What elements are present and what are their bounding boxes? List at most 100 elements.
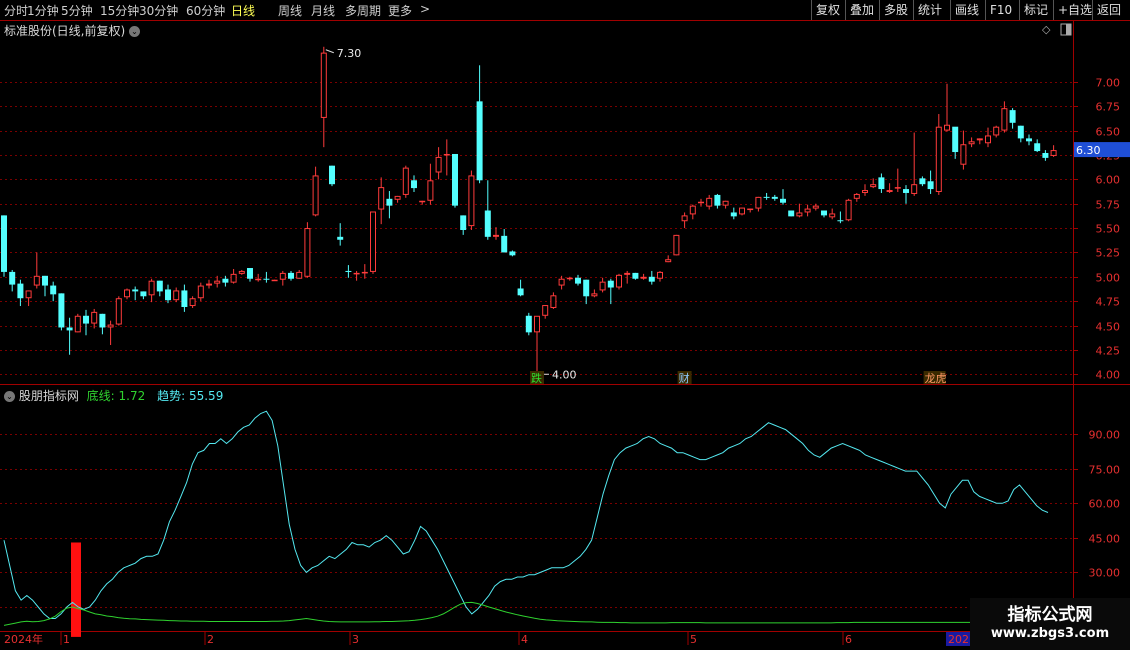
candle bbox=[83, 309, 89, 336]
candle bbox=[263, 271, 270, 283]
candle bbox=[1, 215, 7, 277]
candle bbox=[632, 272, 639, 280]
base-line bbox=[3, 601, 1014, 626]
price-tick-label: 5.25 bbox=[1096, 247, 1121, 260]
chart-area[interactable]: 7.30 4.00 跌 财 龙虎 4.00 4.25 4.50 4.75 5.00 5.25 5.5… bbox=[0, 0, 1130, 650]
candle-body bbox=[665, 259, 672, 263]
candle-body bbox=[33, 275, 40, 286]
candle-body bbox=[730, 212, 737, 217]
candle-body bbox=[763, 196, 770, 198]
candle bbox=[173, 287, 180, 303]
candle bbox=[189, 296, 196, 308]
price-tick-label: 4.00 bbox=[1096, 369, 1121, 382]
candle-body bbox=[386, 198, 393, 206]
candle bbox=[58, 293, 65, 331]
candle bbox=[714, 193, 721, 209]
candle bbox=[247, 268, 253, 282]
candle-body bbox=[517, 288, 524, 296]
candle bbox=[427, 163, 434, 205]
candle-body bbox=[1, 215, 7, 272]
candle-body bbox=[788, 210, 795, 217]
candle bbox=[583, 279, 590, 305]
candle bbox=[591, 289, 598, 298]
candle-body bbox=[944, 124, 950, 131]
candle bbox=[312, 166, 319, 217]
candle bbox=[812, 203, 819, 211]
candle-body bbox=[542, 305, 549, 316]
candle-body bbox=[534, 315, 540, 333]
candle-body bbox=[1001, 108, 1008, 131]
candle bbox=[862, 184, 868, 196]
candle-body bbox=[1034, 143, 1041, 152]
candle-body bbox=[689, 205, 696, 215]
candle-body bbox=[320, 52, 327, 118]
indicator-tick-label: 60.00 bbox=[1089, 498, 1121, 511]
watermark-title: 指标公式网 bbox=[1007, 605, 1093, 625]
candle-body bbox=[894, 187, 901, 189]
candle bbox=[542, 305, 549, 319]
candle-body bbox=[755, 196, 762, 209]
candle bbox=[238, 269, 245, 275]
candle-body bbox=[468, 175, 475, 227]
indicator-tick-label: 45.00 bbox=[1089, 533, 1121, 546]
candle bbox=[165, 284, 171, 304]
candle bbox=[1034, 139, 1041, 153]
candle-body bbox=[886, 190, 893, 192]
candle-body bbox=[575, 277, 581, 284]
candle bbox=[599, 277, 606, 293]
candle-body bbox=[173, 290, 180, 301]
candle bbox=[788, 210, 795, 217]
indicator-tick-label: 75.00 bbox=[1089, 464, 1121, 477]
y-axis-labels: 4.004.254.504.755.005.255.505.756.006.25… bbox=[1073, 77, 1130, 615]
event-marker-2: 龙虎 bbox=[925, 372, 947, 385]
candle-body bbox=[124, 289, 130, 298]
candle bbox=[665, 255, 672, 263]
candle-body bbox=[780, 198, 786, 203]
price-annotations: 7.30 4.00 跌 财 龙虎 bbox=[325, 47, 947, 385]
candle-body bbox=[968, 141, 975, 145]
candle bbox=[435, 147, 442, 180]
candle-body bbox=[312, 175, 319, 216]
candle-body bbox=[156, 280, 163, 292]
price-tick-label: 5.50 bbox=[1096, 223, 1121, 236]
candle-body bbox=[484, 210, 491, 237]
candle bbox=[181, 284, 188, 312]
candle bbox=[993, 125, 1000, 138]
candle bbox=[304, 222, 311, 278]
candle bbox=[976, 138, 983, 145]
candle bbox=[74, 313, 81, 333]
candle-body bbox=[132, 289, 139, 292]
candle bbox=[681, 212, 688, 229]
candle bbox=[558, 275, 565, 290]
candle-body bbox=[722, 200, 729, 206]
candle bbox=[493, 227, 499, 240]
candle bbox=[345, 265, 352, 278]
candle bbox=[1017, 125, 1024, 143]
diamond-icon[interactable]: ◇ bbox=[1042, 23, 1051, 36]
candle bbox=[886, 183, 893, 193]
candle-body bbox=[230, 273, 237, 283]
candle-body bbox=[829, 213, 836, 218]
candle bbox=[337, 223, 344, 246]
candle bbox=[903, 185, 909, 204]
candle-body bbox=[566, 277, 573, 280]
candle bbox=[755, 196, 762, 212]
candle bbox=[320, 46, 327, 148]
candle bbox=[484, 180, 491, 240]
candle-body bbox=[903, 189, 909, 193]
candle-body bbox=[640, 276, 647, 279]
candle bbox=[837, 211, 844, 224]
price-tick-label: 4.75 bbox=[1096, 296, 1121, 309]
candle-body bbox=[378, 187, 385, 210]
candle bbox=[148, 278, 155, 303]
candle bbox=[698, 198, 704, 207]
candle-body bbox=[935, 126, 942, 192]
candle bbox=[796, 203, 803, 218]
candle-body bbox=[435, 156, 442, 173]
candle bbox=[197, 282, 204, 302]
time-axis-label: 5 bbox=[690, 633, 697, 646]
candle-body bbox=[214, 280, 221, 284]
candle-body bbox=[9, 271, 16, 285]
candle-body bbox=[837, 220, 844, 222]
candle bbox=[747, 208, 754, 213]
